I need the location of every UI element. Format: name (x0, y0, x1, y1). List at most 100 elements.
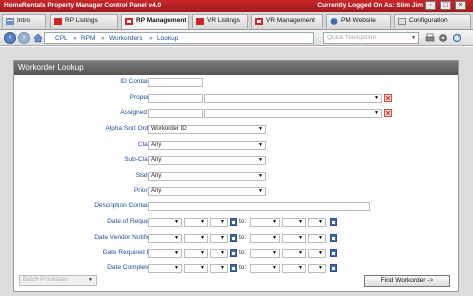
calendar-icon[interactable] (230, 234, 237, 242)
date-vendor-from-year[interactable]: ▼ (210, 234, 228, 243)
date-vendor-label: Date Vendor Notified: (94, 234, 156, 241)
assigned-to-select[interactable]: ▼ (204, 109, 382, 118)
property-select[interactable]: ▼ (204, 94, 382, 103)
status-select[interactable]: Any ▼ (148, 172, 266, 181)
chevron-down-icon: ▼ (220, 250, 225, 256)
assignee-picker-icon[interactable] (384, 109, 392, 117)
breadcrumb-lookup[interactable]: Lookup (157, 35, 178, 42)
chevron-down-icon: ▼ (258, 157, 263, 163)
back-button[interactable]: ‹ (4, 32, 16, 44)
date-range-to-label: to: (239, 264, 247, 271)
subclass-select[interactable]: Any ▼ (148, 156, 266, 165)
management-icon (255, 18, 263, 25)
listings-icon (196, 18, 204, 25)
chevron-down-icon: ▼ (88, 277, 93, 283)
chevron-down-icon: ▼ (200, 250, 205, 256)
tab-intro[interactable]: Intro (2, 14, 46, 28)
property-picker-icon[interactable] (384, 94, 392, 102)
breadcrumb-workorders[interactable]: Workorders (109, 35, 142, 42)
date-required-to-year[interactable]: ▼ (308, 249, 326, 258)
tab-vr-listings[interactable]: VR Listings (192, 14, 248, 28)
date-request-to-year[interactable]: ▼ (308, 218, 326, 227)
listings-icon (54, 18, 62, 25)
panel-title: Workorder Lookup (14, 61, 458, 75)
batch-processes-select[interactable]: Batch Processes ▼ (19, 275, 97, 286)
date-vendor-from-day[interactable]: ▼ (184, 234, 208, 243)
date-required-from-month[interactable]: ▼ (148, 249, 182, 258)
calendar-icon[interactable] (330, 234, 337, 242)
chevron-down-icon: ▼ (374, 95, 379, 101)
tab-label: RP Listings (65, 17, 98, 24)
date-request-to-day[interactable]: ▼ (282, 218, 306, 227)
calendar-icon[interactable] (330, 218, 337, 226)
tab-pm-website[interactable]: PM Website (326, 14, 391, 28)
date-completed-to-day[interactable]: ▼ (282, 264, 306, 273)
date-completed-to-month[interactable]: ▼ (250, 264, 280, 273)
main-content: Workorder Lookup ID Contains: Property: … (0, 47, 473, 296)
print-icon[interactable] (425, 33, 435, 43)
calendar-icon[interactable] (330, 249, 337, 257)
date-required-from-year[interactable]: ▼ (210, 249, 228, 258)
app-title: HomeRentals Property Manager Control Pan… (4, 2, 162, 9)
tab-rp-management[interactable]: RP Management (121, 14, 189, 29)
calendar-icon[interactable] (230, 249, 237, 257)
date-request-from-day[interactable]: ▼ (184, 218, 208, 227)
chevron-down-icon: ▼ (174, 250, 179, 256)
class-select[interactable]: Any ▼ (148, 141, 266, 150)
date-vendor-to-year[interactable]: ▼ (308, 234, 326, 243)
date-range-to-label: to: (239, 218, 247, 225)
tab-vr-management[interactable]: VR Management (251, 14, 323, 28)
chevron-down-icon: ▼ (318, 250, 323, 256)
calendar-icon[interactable] (230, 218, 237, 226)
date-request-from-year[interactable]: ▼ (210, 218, 228, 227)
home-icon[interactable] (33, 33, 43, 43)
chevron-down-icon: ▼ (258, 142, 263, 148)
date-vendor-from-month[interactable]: ▼ (148, 234, 182, 243)
date-vendor-to-day[interactable]: ▼ (282, 234, 306, 243)
find-workorder-button[interactable]: Find Workorder -> (364, 275, 450, 287)
date-required-to-day[interactable]: ▼ (282, 249, 306, 258)
date-required-from-day[interactable]: ▼ (184, 249, 208, 258)
quick-navigation-select[interactable]: Quick Navigation (323, 32, 419, 44)
chevron-down-icon: ▼ (258, 126, 263, 132)
date-completed-from-day[interactable]: ▼ (184, 264, 208, 273)
description-field[interactable] (148, 202, 370, 211)
chevron-down-icon: ▼ (200, 219, 205, 225)
alpha-sort-select[interactable]: Workorder ID ▼ (148, 125, 266, 134)
breadcrumb-separator: » (149, 35, 153, 42)
calendar-icon[interactable] (330, 264, 337, 272)
minimize-button[interactable]: - (425, 1, 436, 10)
tab-label: Configuration (409, 17, 448, 24)
gear-icon[interactable] (438, 33, 448, 43)
date-completed-from-month[interactable]: ▼ (148, 264, 182, 273)
property-code-field[interactable] (148, 94, 203, 103)
config-icon (398, 18, 406, 25)
date-vendor-to-month[interactable]: ▼ (250, 234, 280, 243)
maximize-button[interactable]: □ (440, 1, 451, 10)
chevron-down-icon: ▼ (258, 188, 263, 194)
date-completed-from-year[interactable]: ▼ (210, 264, 228, 273)
management-icon (125, 18, 133, 25)
tab-rp-listings[interactable]: RP Listings (50, 14, 118, 28)
priority-select[interactable]: Any ▼ (148, 187, 266, 196)
breadcrumb-cpl[interactable]: CPL (55, 35, 68, 42)
breadcrumb: CPL » RPM » Workorders » Lookup (44, 32, 314, 44)
tab-configuration[interactable]: Configuration (394, 14, 471, 28)
chevron-down-icon: ▼ (318, 235, 323, 241)
forward-button[interactable]: › (18, 32, 30, 44)
close-button[interactable]: × (455, 1, 466, 10)
date-completed-to-year[interactable]: ▼ (308, 264, 326, 273)
assigned-code-field[interactable] (148, 109, 203, 118)
chevron-down-icon: ▼ (200, 235, 205, 241)
calendar-icon[interactable] (230, 264, 237, 272)
navigation-bar: ‹ › CPL » RPM » Workorders » Lookup Quic… (0, 30, 473, 46)
date-request-from-month[interactable]: ▼ (148, 218, 182, 227)
breadcrumb-rpm[interactable]: RPM (81, 35, 95, 42)
chevron-down-icon: ▼ (272, 235, 277, 241)
date-required-to-month[interactable]: ▼ (250, 249, 280, 258)
chevron-down-icon: ▼ (174, 219, 179, 225)
refresh-icon[interactable] (452, 33, 462, 43)
chevron-down-icon: ▼ (374, 110, 379, 116)
id-contains-field[interactable] (148, 78, 203, 87)
date-request-to-month[interactable]: ▼ (250, 218, 280, 227)
